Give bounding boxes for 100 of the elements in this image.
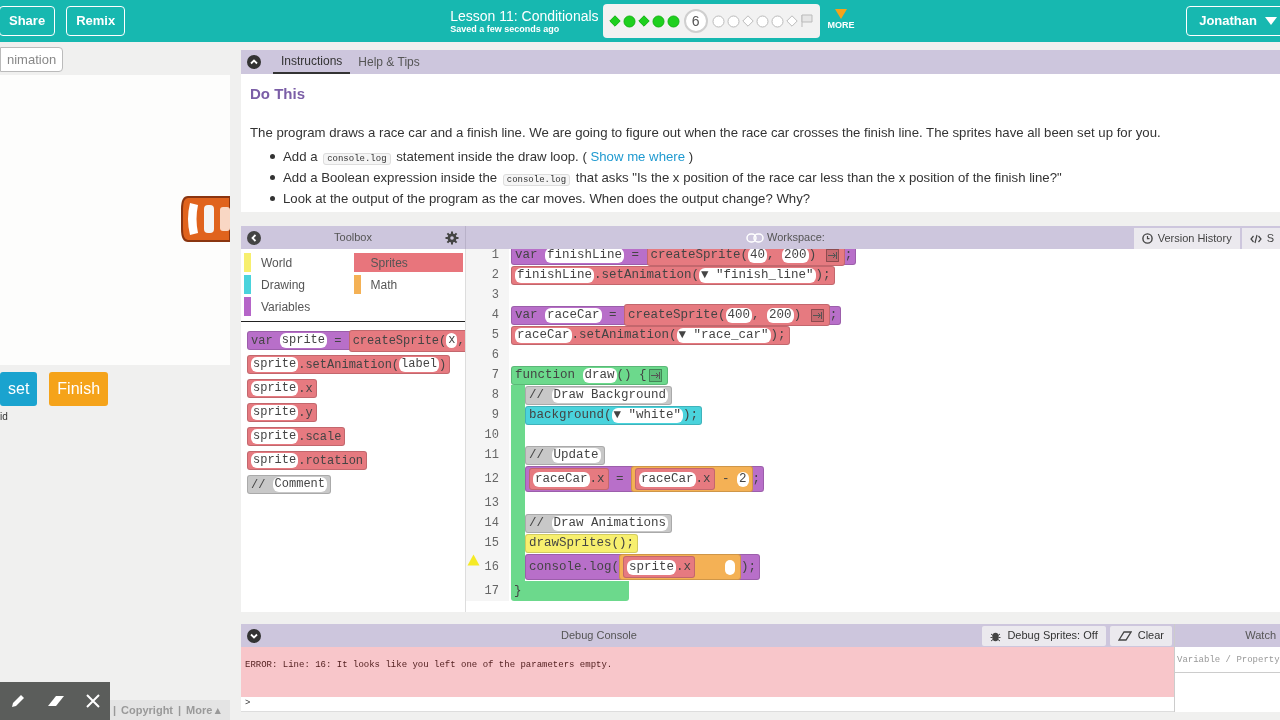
code-block[interactable]: console.log( sprite .x ); [525,554,761,580]
code-slot[interactable]: raceCar [545,307,602,323]
code-block[interactable]: background( ▼ "white" ); [525,405,703,425]
code-slot[interactable]: 200 [767,307,794,323]
code-block[interactable]: sprite .y [247,403,317,422]
code-block[interactable]: raceCar .setAnimation( ▼ "race_car" ); [511,325,790,345]
eraser-icon [1117,630,1132,641]
level-bubble[interactable] [637,15,650,27]
code-slot[interactable]: draw [582,367,617,383]
code-text: .rotation [298,452,364,470]
code-block[interactable]: var raceCar = createSprite( 400 , 200 ) ; [511,305,842,325]
code-block[interactable]: // Draw Background [525,385,673,405]
code-slot[interactable]: raceCar [515,327,572,343]
error-message: ERROR: Line: 16: It looks like you left one of the parameters empty. [245,660,613,670]
code-slot[interactable]: 200 [782,249,809,263]
code-text: var [515,306,539,324]
link-icon [746,232,764,243]
level-bubble[interactable] [741,15,754,27]
back-icon[interactable] [247,230,261,245]
code-block[interactable]: // Update [525,445,605,465]
code-block[interactable]: sprite .x [247,379,317,398]
level-bubble[interactable] [726,14,740,28]
code-block[interactable]: raceCar .x = raceCar .x - 2 ; [525,466,765,492]
code-slot[interactable]: ▼ "white" [611,407,684,423]
line-number: 3 [491,287,499,304]
workspace-button[interactable]: Version History [1133,228,1240,249]
code-slot[interactable]: sprite [251,357,299,372]
caret-icon[interactable] [835,9,848,20]
code-slot[interactable]: raceCar [639,471,696,487]
code-icon [1249,233,1262,244]
code-slot[interactable]: Draw Animations [551,515,669,531]
code-slot[interactable]: 400 [725,307,753,323]
inline-code: console.log [502,173,571,186]
code-slot[interactable]: sprite [251,405,299,420]
toolbox-title: Toolbox [334,230,372,246]
code-slot[interactable]: sprite [627,559,677,575]
code-block[interactable]: sprite .rotation [247,451,368,470]
code-text: // [529,446,545,464]
code-slot[interactable]: finishLine [545,249,625,263]
expand-icon[interactable] [825,249,839,262]
animation-button[interactable]: nimation [0,47,64,72]
code-slot[interactable]: raceCar [533,471,590,487]
level-bubble[interactable] [651,14,665,28]
code-slot[interactable]: 40 [748,249,768,263]
expand-icon[interactable] [810,308,824,322]
code-slot[interactable]: sprite [251,429,299,444]
code-block[interactable]: // Comment [247,475,332,494]
code-slot[interactable]: sprite [279,333,328,348]
expand-icon[interactable] [648,368,662,382]
code-slot[interactable]: sprite [251,453,299,468]
toolbox-category[interactable]: Math [353,275,463,294]
line-number: 10 [484,427,499,444]
toolbox-category[interactable]: Variables [244,297,354,316]
code-slot[interactable]: finishLine [515,267,594,283]
level-bubble[interactable] [755,14,769,28]
code-slot[interactable]: ▼ "race_car" [676,327,771,343]
console-button[interactable]: Clear [1109,625,1172,646]
line-number: 13 [484,495,499,512]
code-block[interactable]: sprite .scale [247,427,346,446]
code-text: .x [298,380,313,398]
level-bubble[interactable] [622,14,636,28]
code-block[interactable]: // Draw Animations [525,513,673,533]
code-block[interactable]: var sprite = createSprite( x , [247,331,465,350]
code-text: .y [298,404,313,422]
current-level-bubble[interactable]: 6 [683,9,708,33]
code-block[interactable]: finishLine .setAnimation( ▼ "finish_line" ); [511,265,835,285]
code-block[interactable]: var finishLine = createSprite( 40 , 200 ) ; [511,249,857,265]
collapse-icon[interactable] [247,55,261,69]
level-bubble[interactable] [608,15,621,27]
code-slot[interactable]: Draw Background [551,387,669,403]
watch-input[interactable]: Variable / Property [1175,647,1280,673]
level-bubble[interactable] [711,14,725,28]
toolbox-category[interactable]: World [244,253,354,272]
console-button[interactable]: Debug Sprites: Off [982,625,1106,646]
code-slot[interactable]: ▼ "finish_line" [699,267,816,283]
finish-flag-icon[interactable] [799,14,814,28]
code-slot[interactable]: Comment [272,477,328,492]
pencil-icon[interactable] [10,693,27,709]
code-block[interactable]: function draw () { [511,365,668,385]
collapse-icon[interactable] [247,628,261,643]
instructions-tab[interactable]: Help & Tips [350,50,428,74]
code-slot[interactable]: Update [551,447,601,463]
code-slot[interactable]: x [446,333,458,348]
level-bubble[interactable] [770,14,784,28]
code-text: ); [770,326,786,344]
settings-icon[interactable] [445,230,459,245]
close-icon[interactable] [85,694,100,708]
level-bubble[interactable] [666,14,680,28]
workspace-button[interactable]: S [1241,228,1280,249]
code-slot[interactable]: label [399,357,440,372]
code-slot[interactable]: sprite [251,381,299,396]
toolbox-category[interactable]: Drawing [244,275,354,294]
empty-slot[interactable] [725,559,736,575]
bullet-icon [270,154,275,160]
level-bubble[interactable] [785,15,798,27]
code-slot[interactable]: 2 [737,471,749,487]
code-block[interactable]: sprite .setAnimation( label ) [247,355,451,374]
code-text: background( [529,406,612,424]
eraser-icon[interactable] [47,693,65,709]
code-text: var [251,332,274,350]
